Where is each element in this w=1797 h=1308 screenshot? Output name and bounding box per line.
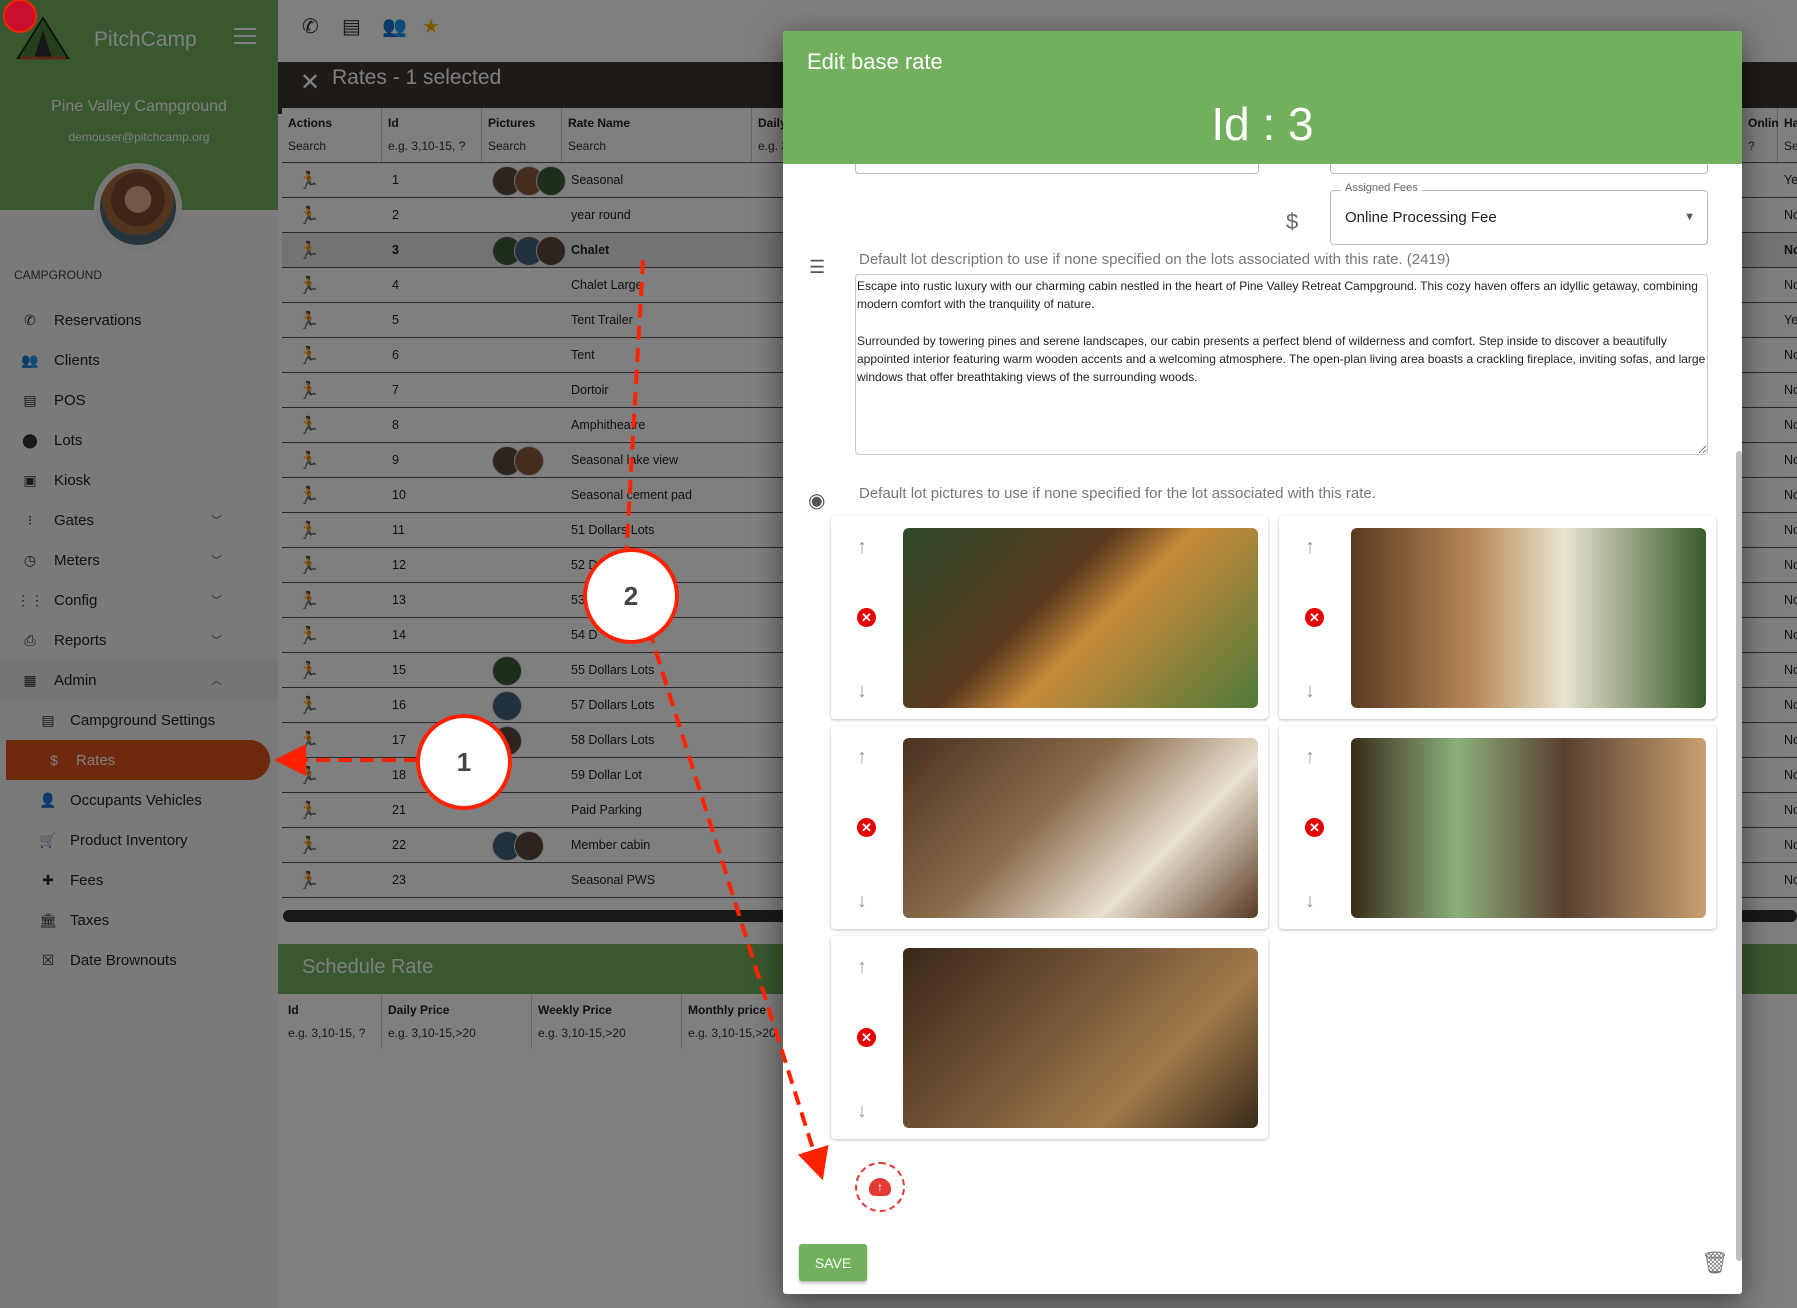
annotation-2: 2: [583, 548, 679, 644]
remove-picture-icon[interactable]: ✕: [857, 818, 876, 837]
dialog-scrollbar[interactable]: [1736, 451, 1742, 1261]
picture-card: ↑ ✕ ↓: [1279, 516, 1716, 719]
remove-picture-icon[interactable]: ✕: [1305, 608, 1324, 627]
delete-icon[interactable]: 🗑: [1701, 1250, 1729, 1276]
remove-picture-icon[interactable]: ✕: [857, 1028, 876, 1047]
move-up-icon[interactable]: ↑: [1305, 536, 1315, 559]
field-above-right[interactable]: [1330, 164, 1708, 174]
move-up-icon[interactable]: ↑: [857, 746, 867, 769]
assigned-fees-value: Online Processing Fee: [1345, 209, 1497, 226]
move-down-icon[interactable]: ↓: [1305, 890, 1315, 913]
move-down-icon[interactable]: ↓: [857, 890, 867, 913]
save-button[interactable]: SAVE: [799, 1244, 867, 1281]
dialog-title: Edit base rate: [807, 49, 943, 74]
annotation-1: 1: [416, 714, 512, 810]
dropdown-arrow-icon: ▼: [1684, 211, 1695, 223]
remove-picture-icon[interactable]: ✕: [857, 608, 876, 627]
field-above-left[interactable]: [855, 164, 1259, 174]
move-up-icon[interactable]: ↑: [857, 536, 867, 559]
lot-picture: [1351, 528, 1706, 708]
lot-picture: [903, 738, 1258, 918]
remove-picture-icon[interactable]: ✕: [1305, 818, 1324, 837]
move-down-icon[interactable]: ↓: [857, 680, 867, 703]
move-down-icon[interactable]: ↓: [857, 1100, 867, 1123]
picture-card: ↑ ✕ ↓: [831, 516, 1268, 719]
picture-card: ↑ ✕ ↓: [831, 726, 1268, 929]
assigned-fees-label: Assigned Fees: [1341, 182, 1422, 194]
lot-picture: [903, 948, 1258, 1128]
description-textarea[interactable]: [855, 274, 1708, 455]
description-label: Default lot description to use if none s…: [859, 251, 1451, 268]
move-up-icon[interactable]: ↑: [1305, 746, 1315, 769]
edit-base-rate-dialog: Edit base rate Id : 3 $ Assigned Fees On…: [783, 31, 1742, 1294]
dialog-header: Edit base rate Id : 3: [783, 31, 1742, 164]
lot-picture: [1351, 738, 1706, 918]
dollar-icon: $: [1286, 209, 1299, 234]
notes-icon: ☰: [809, 257, 826, 277]
move-down-icon[interactable]: ↓: [1305, 680, 1315, 703]
pictures-label: Default lot pictures to use if none spec…: [859, 485, 1376, 502]
assigned-fees-select[interactable]: Assigned Fees Online Processing Fee ▼: [1330, 182, 1708, 245]
picture-card: ↑ ✕ ↓: [831, 936, 1268, 1139]
lot-picture: [903, 528, 1258, 708]
cloud-upload-icon: ↑: [869, 1178, 891, 1196]
camera-aperture-icon: ◉: [808, 490, 826, 512]
rate-id-display: Id : 3: [1211, 98, 1314, 150]
upload-picture-button[interactable]: ↑: [855, 1162, 905, 1212]
move-up-icon[interactable]: ↑: [857, 956, 867, 979]
picture-card: ↑ ✕ ↓: [1279, 726, 1716, 929]
